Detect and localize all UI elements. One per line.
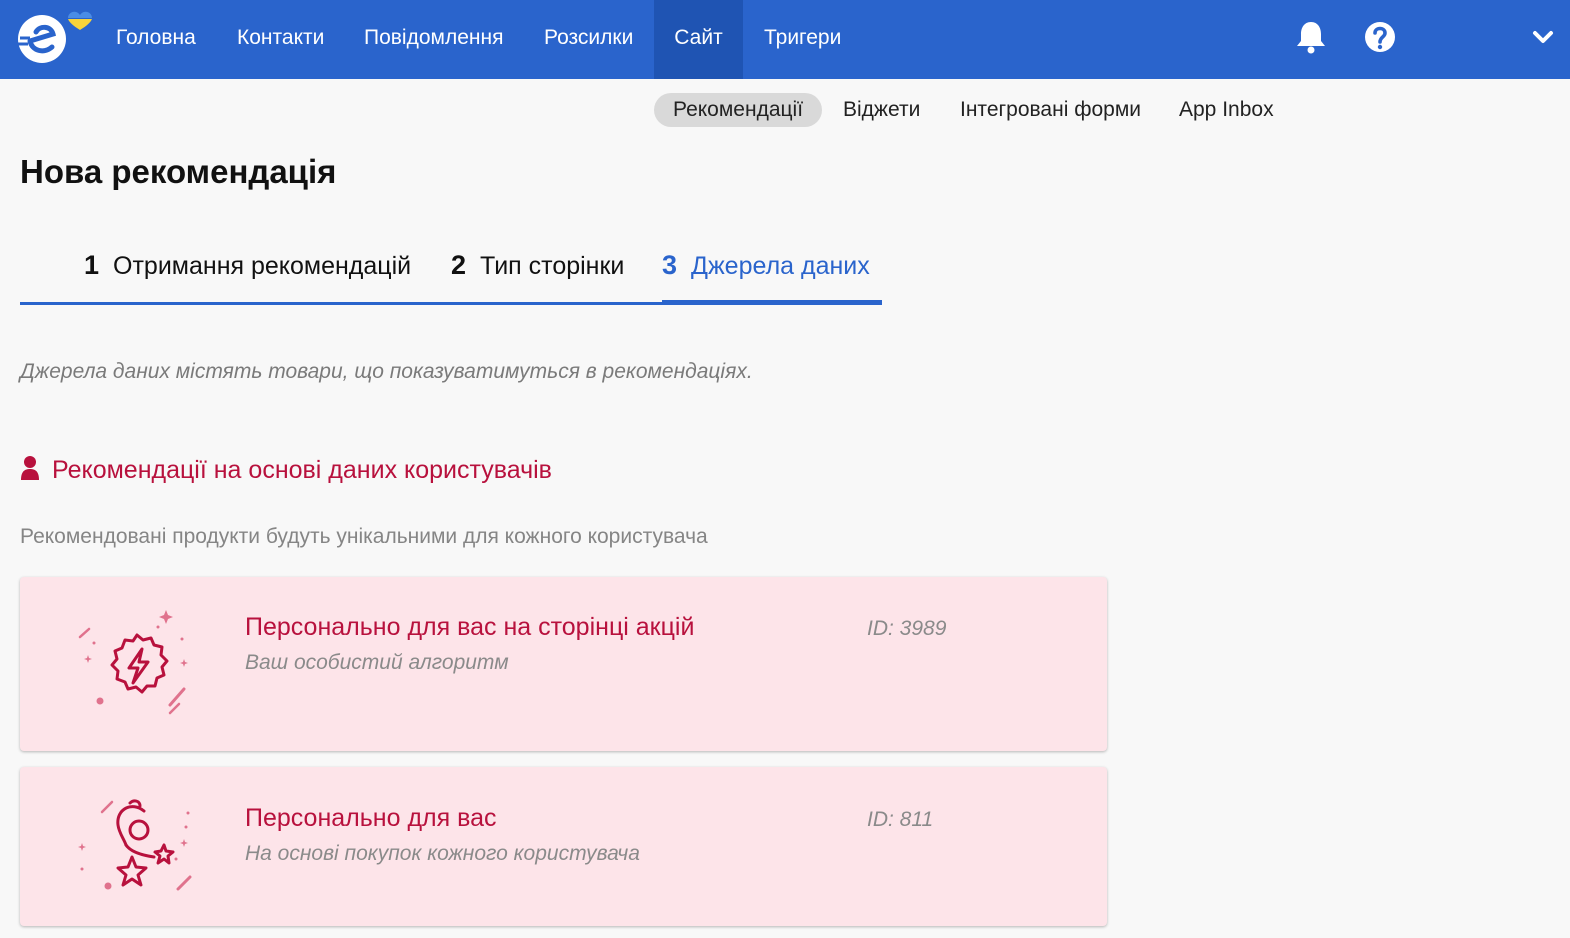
card-id: ID: 811	[867, 808, 934, 831]
section-title: Рекомендації на основі даних користувачі…	[20, 455, 552, 487]
section-title-text: Рекомендації на основі даних користувачі…	[52, 456, 552, 484]
nav-item-contacts[interactable]: Контакти	[217, 0, 344, 79]
card-title: Персонально для вас на сторінці акцій	[245, 613, 695, 641]
step-1[interactable]: 1 Отримання рекомендацій	[84, 250, 411, 281]
section-description: Рекомендовані продукти будуть унікальним…	[20, 525, 708, 548]
person-stars-icon	[72, 795, 202, 915]
step-3-label: Джерела даних	[691, 252, 870, 280]
nav-item-campaigns[interactable]: Розсилки	[524, 0, 653, 79]
logo[interactable]	[16, 8, 96, 70]
card-subtitle: На основі покупок кожного користувача	[245, 842, 640, 865]
nav-item-site[interactable]: Сайт	[654, 0, 743, 79]
nav-item-messages[interactable]: Повідомлення	[344, 0, 523, 79]
subnav-widgets[interactable]: Віджети	[824, 93, 939, 127]
subnav-app-inbox[interactable]: App Inbox	[1160, 93, 1293, 127]
chevron-down-icon[interactable]	[1528, 18, 1558, 56]
data-sources-hint: Джерела даних містять товари, що показув…	[20, 360, 753, 383]
step-2-number: 2	[451, 250, 467, 280]
subnav-recommendations[interactable]: Рекомендації	[654, 93, 823, 127]
help-circle-icon[interactable]	[1363, 18, 1397, 56]
card-id: ID: 3989	[867, 617, 947, 640]
step-3[interactable]: 3 Джерела даних	[662, 250, 870, 281]
user-icon	[20, 455, 40, 481]
subnav-integrated-forms[interactable]: Інтегровані форми	[941, 93, 1160, 127]
nav-item-triggers[interactable]: Тригери	[744, 0, 861, 79]
recommendation-card[interactable]: Персонально для вас На основі покупок ко…	[20, 767, 1107, 926]
step-2-label: Тип сторінки	[480, 252, 625, 280]
nav-item-home[interactable]: Головна	[96, 0, 216, 79]
lightning-badge-icon	[72, 607, 202, 727]
card-title: Персонально для вас	[245, 804, 497, 832]
step-1-label: Отримання рекомендацій	[113, 252, 412, 280]
recommendation-card[interactable]: Персонально для вас на сторінці акцій Ва…	[20, 577, 1107, 751]
step-2[interactable]: 2 Тип сторінки	[451, 250, 624, 281]
bell-icon[interactable]	[1294, 18, 1328, 56]
card-subtitle: Ваш особистий алгоритм	[245, 651, 509, 674]
top-navigation-bar: Головна Контакти Повідомлення Розсилки С…	[0, 0, 1570, 79]
step-1-number: 1	[84, 250, 100, 280]
step-3-number: 3	[662, 250, 678, 280]
page-title: Нова рекомендація	[20, 153, 337, 190]
active-step-indicator	[662, 300, 882, 305]
